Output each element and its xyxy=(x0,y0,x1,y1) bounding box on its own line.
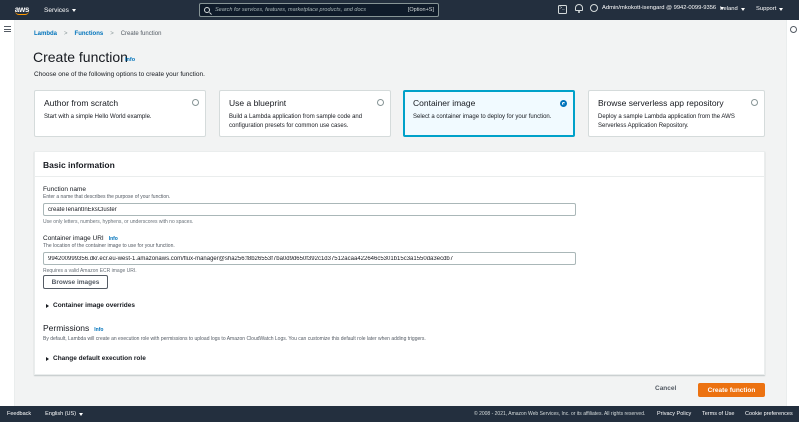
feedback-link[interactable]: Feedback xyxy=(7,411,31,417)
function-name-label: Function name xyxy=(43,186,86,193)
image-uri-info-link[interactable]: Info xyxy=(109,236,118,242)
image-uri-desc: The location of the container image to u… xyxy=(43,243,175,249)
footer: Feedback English (US) © 2008 - 2021, Ama… xyxy=(0,406,799,422)
terms-of-use-link[interactable]: Terms of Use xyxy=(702,411,734,417)
account-menu[interactable]: Admin/mkokott-isengard @ 9942-0099-9356 xyxy=(590,4,725,12)
expander-label: Change default execution role xyxy=(53,355,146,362)
option-author-from-scratch[interactable]: Author from scratch Start with a simple … xyxy=(34,90,206,137)
panel-header: Basic information xyxy=(35,152,764,177)
language-selector[interactable]: English (US) xyxy=(45,411,84,417)
caret-down-icon xyxy=(779,7,784,11)
create-function-button[interactable]: Create function xyxy=(698,383,765,397)
image-uri-hint: Requires a valid Amazon ECR image URI. xyxy=(43,268,137,274)
chevron-right-icon: > xyxy=(110,31,114,37)
cloudshell-icon[interactable] xyxy=(558,5,567,14)
container-image-overrides-expander[interactable]: Container image overrides xyxy=(46,302,135,309)
search-input[interactable] xyxy=(215,7,408,13)
function-name-input[interactable] xyxy=(43,203,576,216)
option-radio[interactable] xyxy=(192,99,199,106)
breadcrumb: Lambda > Functions > Create function xyxy=(34,31,161,37)
services-menu[interactable]: Services xyxy=(44,7,76,14)
option-title: Author from scratch xyxy=(44,98,119,108)
aws-logo[interactable]: aws xyxy=(11,5,33,15)
right-help-rail xyxy=(786,20,799,406)
search-shortcut: [Option+S] xyxy=(407,7,434,13)
option-use-a-blueprint[interactable]: Use a blueprint Build a Lambda applicati… xyxy=(219,90,391,137)
page-title: Create function xyxy=(33,49,128,65)
top-navigation: aws Services [Option+S] Admin/mkokott-is… xyxy=(0,0,799,20)
cookie-preferences-link[interactable]: Cookie preferences xyxy=(745,411,793,417)
breadcrumb-lambda[interactable]: Lambda xyxy=(34,31,57,37)
user-icon xyxy=(590,4,598,12)
option-radio[interactable] xyxy=(377,99,384,106)
change-execution-role-expander[interactable]: Change default execution role xyxy=(46,355,146,362)
image-uri-label-row: Container image URI Info xyxy=(43,235,118,242)
support-menu[interactable]: Support xyxy=(756,6,784,12)
option-radio[interactable] xyxy=(751,99,758,106)
caret-right-icon xyxy=(46,356,49,361)
language-label: English (US) xyxy=(45,411,77,417)
permissions-title: Permissions xyxy=(43,323,90,333)
account-label: Admin/mkokott-isengard @ 9942-0099-9356 xyxy=(602,5,717,11)
permissions-info-link[interactable]: Info xyxy=(94,327,103,333)
permissions-desc: By default, Lambda will create an execut… xyxy=(43,336,426,342)
option-title: Browse serverless app repository xyxy=(598,98,724,108)
expander-label: Container image overrides xyxy=(53,302,135,309)
support-label: Support xyxy=(756,6,777,12)
privacy-policy-link[interactable]: Privacy Policy xyxy=(657,411,691,417)
option-desc: Select a container image to deploy for y… xyxy=(413,114,552,120)
bell-body xyxy=(575,4,583,11)
breadcrumb-functions[interactable]: Functions xyxy=(75,31,104,37)
region-label: Ireland xyxy=(720,6,738,12)
permissions-title-row: Permissions Info xyxy=(43,323,103,333)
function-name-hint: Use only letters, numbers, hyphens, or u… xyxy=(43,219,194,225)
option-title: Container image xyxy=(413,98,476,108)
option-browse-serverless-app-repository[interactable]: Browse serverless app repository Deploy … xyxy=(588,90,765,137)
hamburger-menu-icon[interactable] xyxy=(4,26,11,32)
breadcrumb-current: Create function xyxy=(120,31,162,37)
title-info-link[interactable]: Info xyxy=(125,57,135,63)
option-desc: Build a Lambda application from sample c… xyxy=(229,114,363,129)
option-desc: Deploy a sample Lambda application from … xyxy=(598,114,735,129)
image-uri-input[interactable] xyxy=(43,252,576,265)
copyright-text: © 2008 - 2021, Amazon Web Services, Inc.… xyxy=(474,411,646,417)
search-icon xyxy=(204,7,210,13)
browse-images-button[interactable]: Browse images xyxy=(43,275,108,289)
option-title: Use a blueprint xyxy=(229,98,287,108)
option-radio-selected[interactable] xyxy=(560,100,567,107)
page-subtitle: Choose one of the following options to c… xyxy=(34,71,205,78)
chevron-right-icon: > xyxy=(64,31,68,37)
cancel-button[interactable]: Cancel xyxy=(655,385,676,392)
function-name-desc: Enter a name that describes the purpose … xyxy=(43,194,171,200)
caret-right-icon xyxy=(46,303,49,308)
left-nav-rail xyxy=(0,20,15,406)
option-desc: Start with a simple Hello World example. xyxy=(44,114,152,120)
services-label: Services xyxy=(44,6,69,14)
basic-information-panel: Basic information Function name Enter a … xyxy=(34,151,765,375)
image-uri-label: Container image URI xyxy=(43,235,104,242)
notifications-bell-icon[interactable] xyxy=(575,4,583,13)
caret-down-icon xyxy=(71,8,76,12)
option-container-image[interactable]: Container image Select a container image… xyxy=(403,90,575,137)
region-menu[interactable]: Ireland xyxy=(720,6,745,12)
search-bar[interactable]: [Option+S] xyxy=(199,3,439,17)
caret-down-icon xyxy=(79,412,84,416)
bell-clapper xyxy=(578,11,580,13)
info-circle-icon[interactable] xyxy=(790,26,797,33)
caret-down-icon xyxy=(740,7,745,11)
aws-smile-icon xyxy=(15,11,29,15)
